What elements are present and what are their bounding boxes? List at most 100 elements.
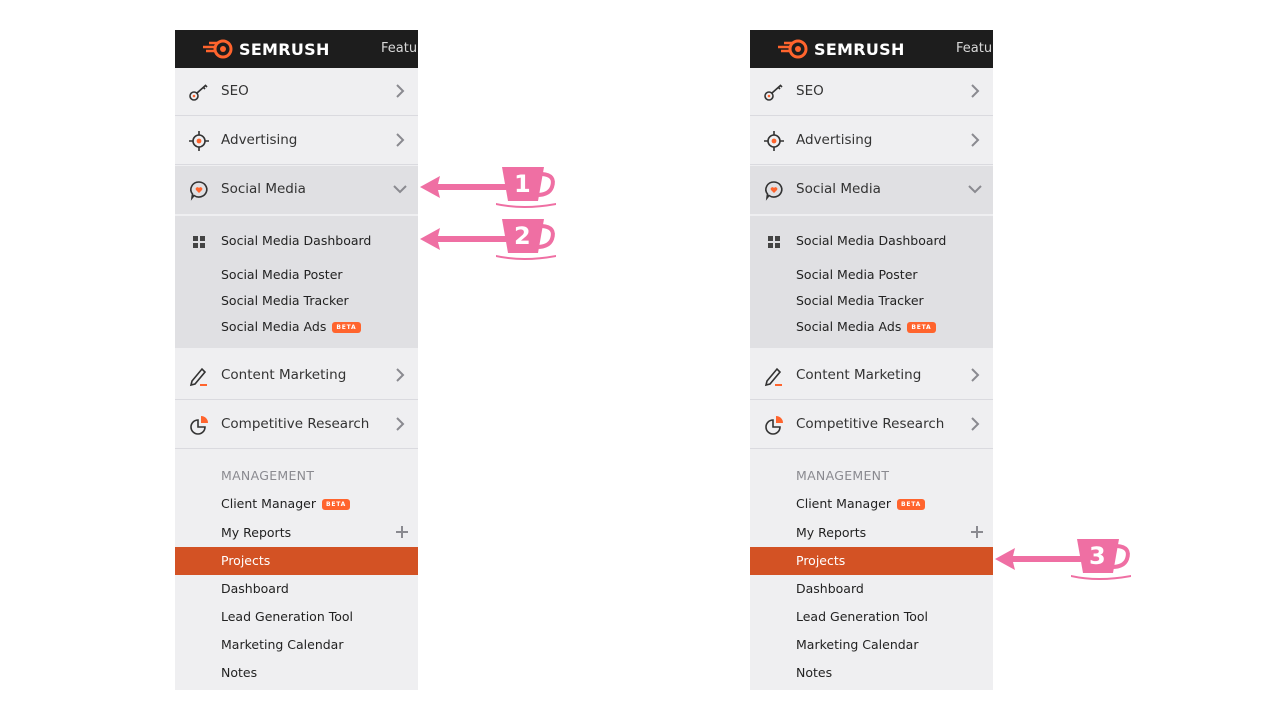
menu-label: Client Manager BETA <box>796 496 926 511</box>
menu-label: Projects <box>796 553 846 568</box>
semrush-logo-icon[interactable] <box>203 39 235 59</box>
beta-badge: BETA <box>332 322 361 333</box>
chevron-right-icon <box>393 367 407 383</box>
brand-name: SEMRUSH <box>814 40 905 59</box>
menu-label: Marketing Calendar <box>796 637 919 652</box>
semrush-logo-icon[interactable] <box>778 39 810 59</box>
nav-label: Social Media <box>221 181 306 197</box>
submenu-social-media-dashboard[interactable]: Social Media Dashboard <box>221 233 371 248</box>
submenu-social-media-tracker[interactable]: Social Media Tracker <box>796 293 924 308</box>
nav-label: SEO <box>221 83 249 99</box>
nav-label: Content Marketing <box>796 367 922 383</box>
coffee-cup-arrow-icon <box>418 217 558 261</box>
nav-label: Competitive Research <box>796 416 945 432</box>
chevron-right-icon <box>968 132 982 148</box>
chevron-down-icon <box>968 181 982 197</box>
callout-number: 2 <box>514 222 531 250</box>
target-icon <box>762 129 786 153</box>
nav-item-social-media[interactable]: Social Media <box>750 166 993 214</box>
menu-label: Lead Generation Tool <box>221 609 353 624</box>
chevron-right-icon <box>968 367 982 383</box>
management-heading: MANAGEMENT <box>796 468 890 483</box>
sidebar-left: SEMRUSH Featu SEO Advertising Social Med… <box>175 30 418 690</box>
nav-label: Social Media <box>796 181 881 197</box>
top-bar: SEMRUSH Featu <box>175 30 418 68</box>
plus-icon[interactable] <box>395 525 409 539</box>
speech-bubble-heart-icon <box>762 178 786 202</box>
nav-item-seo[interactable]: SEO <box>175 68 418 116</box>
plus-icon[interactable] <box>970 525 984 539</box>
nav-item-content-marketing[interactable]: Content Marketing <box>750 352 993 400</box>
submenu-social-media-dashboard[interactable]: Social Media Dashboard <box>796 233 946 248</box>
social-submenu: Social Media Dashboard Social Media Post… <box>175 216 418 348</box>
target-icon <box>187 129 211 153</box>
chevron-down-icon <box>393 181 407 197</box>
beta-badge: BETA <box>321 499 351 510</box>
nav-item-competitive-research[interactable]: Competitive Research <box>750 401 993 449</box>
pie-chart-icon <box>187 413 211 437</box>
submenu-social-media-poster[interactable]: Social Media Poster <box>221 267 343 282</box>
nav-label: Advertising <box>221 132 298 148</box>
menu-marketing-calendar[interactable]: Marketing Calendar <box>750 631 993 659</box>
coffee-cup-arrow-icon <box>993 537 1133 581</box>
speech-bubble-heart-icon <box>187 178 211 202</box>
nav-item-content-marketing[interactable]: Content Marketing <box>175 352 418 400</box>
seo-key-icon <box>187 80 211 104</box>
menu-notes[interactable]: Notes <box>750 659 993 687</box>
menu-projects[interactable]: Projects <box>175 547 418 575</box>
management-heading: MANAGEMENT <box>221 468 315 483</box>
menu-client-manager[interactable]: Client Manager BETA <box>175 490 418 518</box>
nav-label: Content Marketing <box>221 367 347 383</box>
label-text: Client Manager <box>221 496 316 511</box>
chevron-right-icon <box>968 83 982 99</box>
menu-label: My Reports <box>221 525 292 540</box>
nav-item-seo[interactable]: SEO <box>750 68 993 116</box>
submenu-social-media-ads[interactable]: Social Media Ads BETA <box>221 319 361 334</box>
menu-label: Dashboard <box>796 581 864 596</box>
pencil-icon <box>762 364 786 388</box>
callout-step-2: 2 <box>418 217 558 261</box>
callout-step-1: 1 <box>418 165 558 209</box>
nav-item-social-media[interactable]: Social Media <box>175 166 418 214</box>
menu-projects[interactable]: Projects <box>750 547 993 575</box>
social-submenu: Social Media Dashboard Social Media Post… <box>750 216 993 348</box>
grid-icon <box>768 236 780 248</box>
beta-badge: BETA <box>907 322 936 333</box>
callout-number: 3 <box>1089 542 1106 570</box>
menu-label: My Reports <box>796 525 867 540</box>
nav-label: Competitive Research <box>221 416 370 432</box>
features-menu[interactable]: Featu <box>956 41 992 56</box>
menu-label: Notes <box>221 665 258 680</box>
brand-name: SEMRUSH <box>239 40 330 59</box>
features-menu[interactable]: Featu <box>381 41 417 56</box>
menu-my-reports[interactable]: My Reports <box>175 519 418 547</box>
top-bar: SEMRUSH Featu <box>750 30 993 68</box>
menu-lead-generation-tool[interactable]: Lead Generation Tool <box>750 603 993 631</box>
nav-label: Advertising <box>796 132 873 148</box>
nav-item-advertising[interactable]: Advertising <box>175 117 418 165</box>
callout-number: 1 <box>514 170 531 198</box>
pencil-icon <box>187 364 211 388</box>
nav-item-competitive-research[interactable]: Competitive Research <box>175 401 418 449</box>
grid-icon <box>193 236 205 248</box>
callout-step-3: 3 <box>993 537 1133 581</box>
submenu-label: Social Media Ads <box>221 319 327 334</box>
menu-my-reports[interactable]: My Reports <box>750 519 993 547</box>
submenu-social-media-poster[interactable]: Social Media Poster <box>796 267 918 282</box>
nav-item-advertising[interactable]: Advertising <box>750 117 993 165</box>
menu-lead-generation-tool[interactable]: Lead Generation Tool <box>175 603 418 631</box>
submenu-social-media-ads[interactable]: Social Media Ads BETA <box>796 319 936 334</box>
menu-client-manager[interactable]: Client Manager BETA <box>750 490 993 518</box>
menu-dashboard[interactable]: Dashboard <box>750 575 993 603</box>
beta-badge: BETA <box>896 499 926 510</box>
menu-marketing-calendar[interactable]: Marketing Calendar <box>175 631 418 659</box>
submenu-social-media-tracker[interactable]: Social Media Tracker <box>221 293 349 308</box>
menu-label: Client Manager BETA <box>221 496 351 511</box>
chevron-right-icon <box>968 416 982 432</box>
sidebar-right: SEMRUSH Featu SEO Advertising Social Med… <box>750 30 993 690</box>
menu-label: Dashboard <box>221 581 289 596</box>
menu-dashboard[interactable]: Dashboard <box>175 575 418 603</box>
menu-label: Marketing Calendar <box>221 637 344 652</box>
seo-key-icon <box>762 80 786 104</box>
menu-notes[interactable]: Notes <box>175 659 418 687</box>
